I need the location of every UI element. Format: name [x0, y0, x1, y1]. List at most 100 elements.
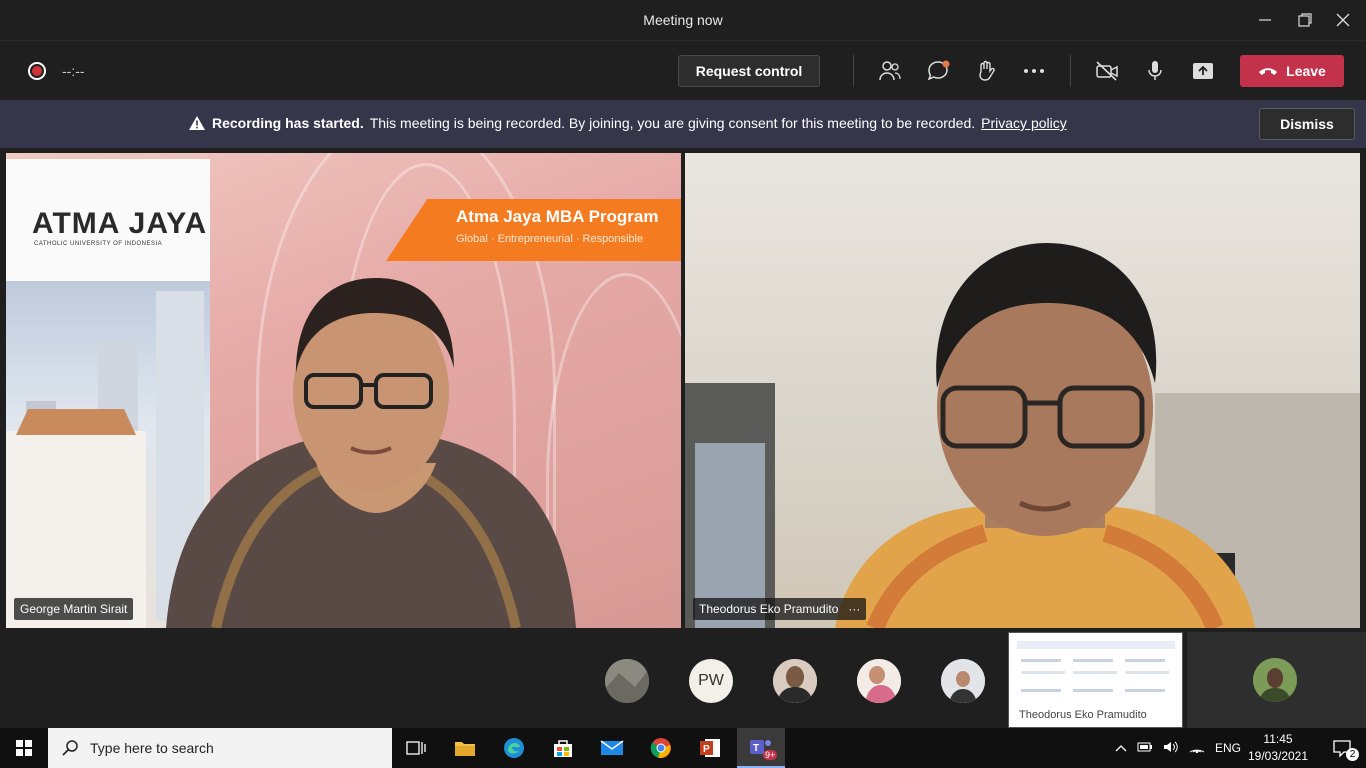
- participant-name-tag: George Martin Sirait: [14, 598, 134, 620]
- edge-icon: [504, 738, 524, 758]
- poster-subtitle: CATHOLIC UNIVERSITY OF INDONESIA: [34, 241, 163, 247]
- leave-button[interactable]: Leave: [1240, 55, 1344, 87]
- file-explorer-button[interactable]: [441, 728, 489, 768]
- battery-icon[interactable]: [1137, 741, 1153, 755]
- self-avatar: [1253, 658, 1297, 702]
- participant-name-tag: Theodorus Eko Pramudito ···: [693, 598, 867, 620]
- dismiss-button[interactable]: Dismiss: [1259, 108, 1355, 140]
- restore-icon: [1298, 13, 1312, 27]
- recording-title: Recording has started.: [212, 115, 364, 131]
- system-tray: ENG: [1115, 728, 1241, 768]
- privacy-policy-link[interactable]: Privacy policy: [981, 115, 1067, 131]
- chat-button[interactable]: [924, 57, 952, 85]
- share-button[interactable]: [1189, 57, 1217, 85]
- window-title: Meeting now: [643, 12, 723, 28]
- store-button[interactable]: [539, 728, 587, 768]
- share-screen-icon: [1193, 63, 1213, 79]
- close-icon: [1336, 13, 1350, 27]
- toolbar-divider: [853, 55, 854, 87]
- recording-message: This meeting is being recorded. By joini…: [369, 115, 976, 131]
- avatar-photo-icon: [1253, 658, 1297, 702]
- notifications-button[interactable]: 2: [1318, 728, 1366, 768]
- title-bar: Meeting now: [0, 0, 1366, 40]
- task-view-icon: [406, 741, 426, 755]
- raise-hand-button[interactable]: [972, 57, 1000, 85]
- participant-video-theodorus: [835, 243, 1255, 628]
- avatar-photo-icon: [773, 659, 817, 703]
- participants-button[interactable]: [876, 57, 904, 85]
- people-icon: [879, 61, 901, 81]
- shared-screen-thumbnail[interactable]: Theodorus Eko Pramudito: [1008, 632, 1183, 728]
- chevron-up-icon[interactable]: [1115, 741, 1127, 755]
- participant-strip: PW Theodorus Eko Pramudito: [0, 632, 1366, 728]
- participant-avatar[interactable]: [857, 659, 901, 703]
- avatar-initials: PW: [698, 672, 724, 689]
- microphone-button[interactable]: [1141, 57, 1169, 85]
- task-view-button[interactable]: [392, 728, 440, 768]
- camera-button[interactable]: [1093, 57, 1121, 85]
- svg-text:P: P: [703, 744, 710, 755]
- taskbar-clock[interactable]: 11:45 19/03/2021: [1246, 731, 1310, 765]
- volume-icon[interactable]: [1163, 741, 1179, 756]
- language-indicator[interactable]: ENG: [1215, 741, 1241, 755]
- participant-name: Theodorus Eko Pramudito: [699, 602, 839, 616]
- more-actions-button[interactable]: [1020, 57, 1048, 85]
- video-tile-george[interactable]: ATMA JAYA CATHOLIC UNIVERSITY OF INDONES…: [6, 153, 681, 628]
- video-tile-theodorus[interactable]: Theodorus Eko Pramudito ···: [685, 153, 1360, 628]
- more-icon: [1024, 69, 1044, 73]
- search-placeholder: Type here to search: [90, 740, 214, 756]
- clock-time: 11:45: [1263, 732, 1293, 746]
- recording-icon: [28, 62, 46, 80]
- participant-avatar[interactable]: [773, 659, 817, 703]
- powerpoint-icon: P: [700, 739, 720, 757]
- toolbar-divider: [1070, 55, 1071, 87]
- avatar-photo-icon: [857, 659, 901, 703]
- request-control-button[interactable]: Request control: [678, 55, 820, 87]
- participant-avatar-pw[interactable]: PW: [689, 659, 733, 703]
- minimize-icon: [1259, 19, 1271, 21]
- chrome-icon: [650, 738, 671, 758]
- windows-taskbar: Type here to search P T 9+ ENG 11:45 19/…: [0, 728, 1366, 768]
- mail-button[interactable]: [588, 728, 636, 768]
- notification-count: 2: [1346, 748, 1359, 761]
- participant-avatar[interactable]: [605, 659, 649, 703]
- warning-icon: [189, 116, 205, 130]
- participant-video-george: [166, 278, 576, 628]
- chrome-button[interactable]: [637, 728, 685, 768]
- recording-banner: Recording has started. This meeting is b…: [0, 100, 1366, 148]
- microphone-icon: [1148, 61, 1162, 80]
- chat-icon: [927, 60, 950, 81]
- mail-icon: [600, 740, 624, 755]
- svg-text:T: T: [753, 743, 759, 754]
- wifi-icon[interactable]: [1189, 741, 1205, 756]
- edge-button[interactable]: [490, 728, 538, 768]
- shared-screen-label: Theodorus Eko Pramudito: [1019, 709, 1147, 721]
- meeting-toolbar: --:-- Request control Leave: [0, 40, 1366, 100]
- participant-avatar[interactable]: [941, 659, 985, 703]
- folder-icon: [455, 742, 475, 756]
- leave-label: Leave: [1286, 63, 1326, 79]
- close-button[interactable]: [1320, 0, 1366, 40]
- search-icon: [62, 740, 78, 756]
- clock-date: 19/03/2021: [1247, 749, 1309, 763]
- mba-program-banner: Atma Jaya MBA Program Global · Entrepren…: [386, 199, 681, 261]
- camera-off-icon: [1096, 61, 1118, 81]
- taskbar-search[interactable]: Type here to search: [48, 728, 392, 768]
- meeting-timer: --:--: [62, 63, 85, 79]
- mba-banner-subtitle: Global · Entrepreneurial · Responsible: [456, 233, 644, 245]
- start-button[interactable]: [0, 728, 48, 768]
- hand-icon: [979, 60, 995, 81]
- avatar-photo-icon: [605, 659, 649, 703]
- teams-badge: 9+: [763, 750, 778, 760]
- windows-logo-icon: [16, 740, 32, 756]
- hang-up-icon: [1259, 68, 1278, 75]
- poster-brand: ATMA JAYA: [32, 207, 208, 240]
- participant-more-options[interactable]: ···: [848, 602, 860, 616]
- participant-name: George Martin Sirait: [20, 602, 128, 616]
- store-icon: [554, 740, 572, 757]
- avatar-photo-icon: [941, 659, 985, 703]
- powerpoint-button[interactable]: P: [686, 728, 734, 768]
- self-video-tile[interactable]: [1187, 632, 1366, 728]
- teams-button[interactable]: T 9+: [737, 728, 785, 768]
- mba-banner-title: Atma Jaya MBA Program: [456, 207, 659, 226]
